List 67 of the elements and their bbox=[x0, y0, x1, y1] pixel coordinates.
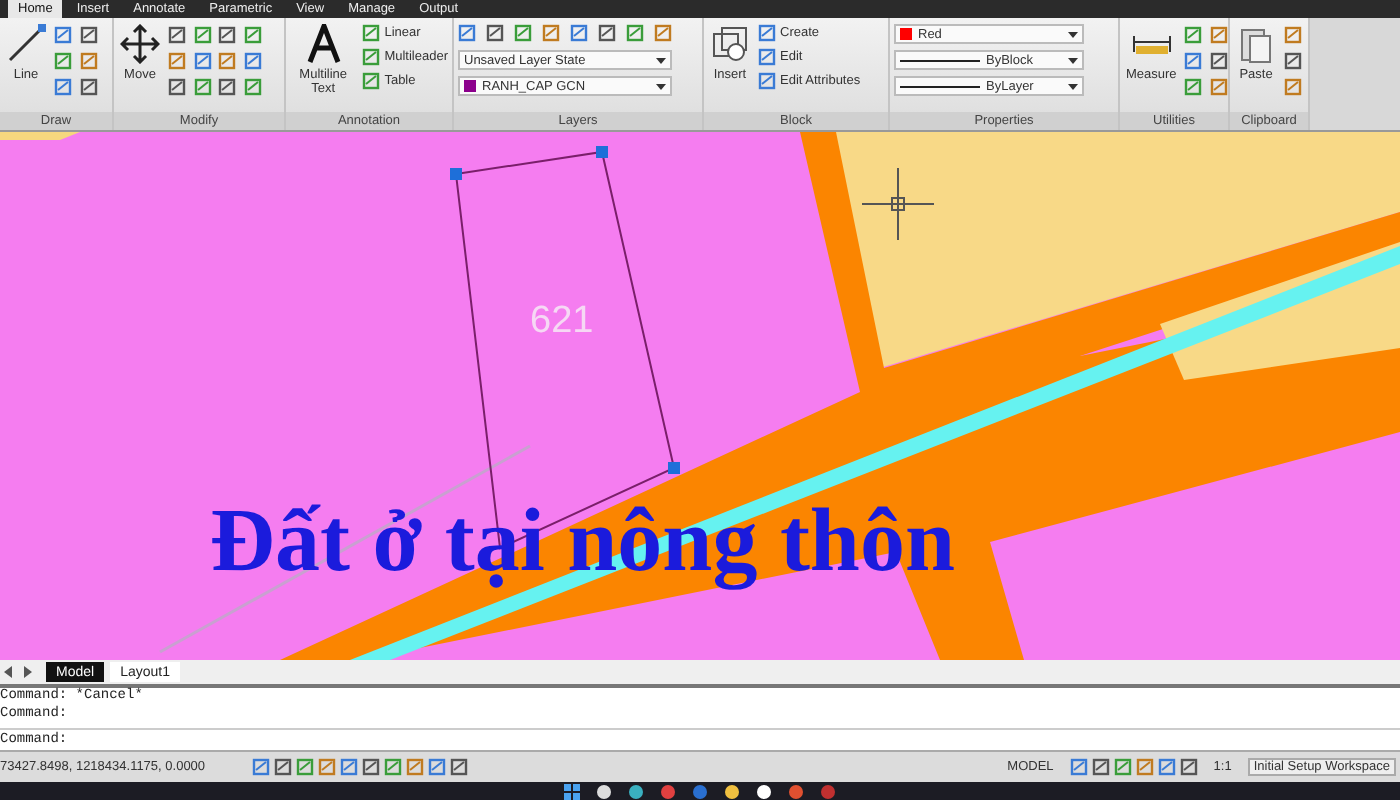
tool-icon[interactable] bbox=[486, 24, 504, 42]
move-arrows-icon bbox=[120, 24, 160, 64]
tool-icon[interactable] bbox=[218, 26, 236, 44]
tool-icon[interactable] bbox=[1184, 52, 1203, 70]
caret-icon bbox=[1068, 57, 1078, 63]
tool-icon[interactable] bbox=[54, 26, 72, 44]
tool-icon[interactable] bbox=[362, 24, 381, 42]
tool-icon[interactable] bbox=[1210, 26, 1228, 44]
tool-icon[interactable] bbox=[80, 26, 98, 44]
tool-icon[interactable] bbox=[1284, 78, 1302, 96]
tool-icon[interactable] bbox=[340, 758, 358, 776]
tool-icon[interactable] bbox=[758, 48, 776, 66]
tool-icon[interactable] bbox=[1284, 26, 1302, 44]
tool-icon[interactable] bbox=[1184, 26, 1203, 44]
tool-icon[interactable] bbox=[244, 52, 262, 70]
windows-logo-icon[interactable] bbox=[564, 784, 580, 800]
tool-icon[interactable] bbox=[1179, 758, 1198, 776]
tool-icon[interactable] bbox=[654, 24, 672, 42]
tool-icon[interactable] bbox=[168, 78, 186, 96]
tool-icon[interactable] bbox=[274, 758, 292, 776]
tool-icon[interactable] bbox=[244, 26, 262, 44]
ribbon-background bbox=[1310, 18, 1400, 130]
tool-icon[interactable] bbox=[514, 24, 532, 42]
tool-icon[interactable] bbox=[54, 78, 72, 96]
tool-icon[interactable] bbox=[362, 72, 381, 90]
line-sample bbox=[900, 85, 980, 87]
tool-icon[interactable] bbox=[1284, 52, 1302, 70]
tool-icon[interactable] bbox=[194, 78, 212, 96]
tool-icon[interactable] bbox=[1210, 78, 1228, 96]
parcel-number: 621 bbox=[530, 300, 594, 342]
tool-icon[interactable] bbox=[758, 24, 776, 42]
tool-icon[interactable] bbox=[1184, 78, 1203, 96]
tool-icon[interactable] bbox=[542, 24, 560, 42]
tool-icon[interactable] bbox=[626, 24, 644, 42]
tool-icon[interactable] bbox=[758, 72, 776, 90]
tool-icon[interactable] bbox=[598, 24, 616, 42]
tool-icon[interactable] bbox=[450, 758, 468, 776]
tool-icon[interactable] bbox=[570, 24, 588, 42]
line-icon bbox=[6, 24, 46, 64]
tool-icon[interactable] bbox=[54, 52, 72, 70]
tool-icon[interactable] bbox=[1069, 758, 1088, 776]
caret-icon bbox=[1068, 83, 1078, 89]
tool-icon[interactable] bbox=[168, 52, 186, 70]
tool-icon[interactable] bbox=[1157, 758, 1176, 776]
crosshair-cursor bbox=[861, 167, 935, 241]
text-tool-icon bbox=[303, 24, 344, 64]
tool-icon[interactable] bbox=[218, 78, 236, 96]
tool-icon[interactable] bbox=[194, 52, 212, 70]
tool-icon[interactable] bbox=[80, 52, 98, 70]
tool-icon[interactable] bbox=[218, 52, 236, 70]
tool-icon[interactable] bbox=[80, 78, 98, 96]
caret-icon bbox=[656, 83, 666, 89]
tool-icon[interactable] bbox=[244, 78, 262, 96]
tool-icon[interactable] bbox=[362, 48, 381, 66]
insert-block-icon bbox=[710, 24, 750, 64]
tool-icon[interactable] bbox=[458, 24, 476, 42]
caret-icon bbox=[1068, 31, 1078, 37]
paste-icon bbox=[1236, 24, 1276, 64]
tool-icon[interactable] bbox=[428, 758, 446, 776]
tool-icon[interactable] bbox=[252, 758, 270, 776]
tool-icon[interactable] bbox=[1091, 758, 1110, 776]
tool-icon[interactable] bbox=[194, 26, 212, 44]
tool-icon[interactable] bbox=[168, 26, 186, 44]
tool-icon[interactable] bbox=[1210, 52, 1228, 70]
caret-icon bbox=[656, 57, 666, 63]
line-sample bbox=[900, 59, 980, 61]
tool-icon[interactable] bbox=[362, 758, 380, 776]
